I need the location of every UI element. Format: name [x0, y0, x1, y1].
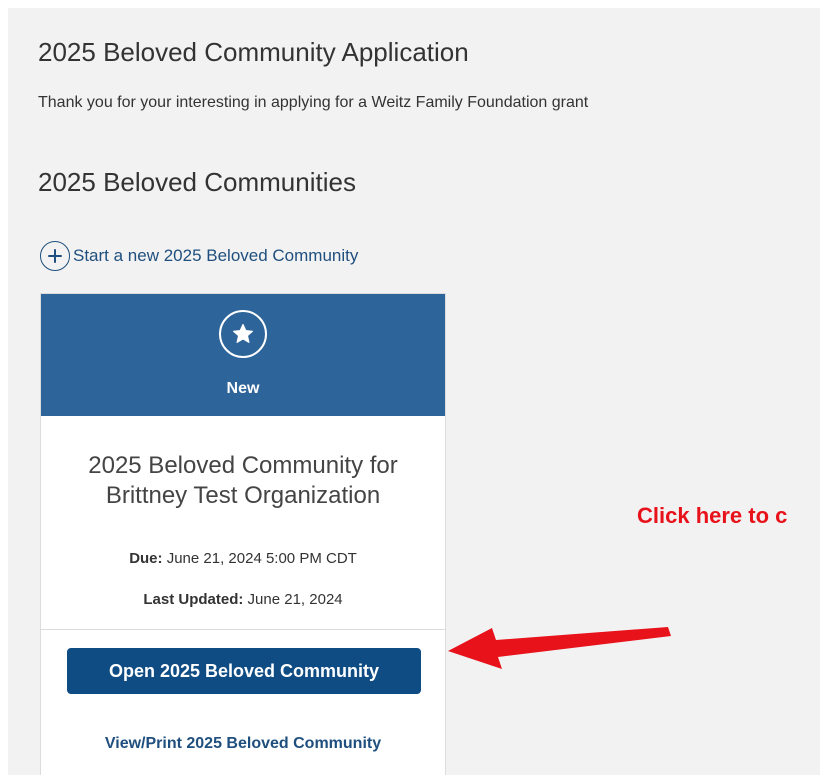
last-updated-label: Last Updated: [143, 591, 244, 608]
annotation-text: Click here to c [637, 503, 788, 528]
last-updated: Last Updated: June 21, 2024 [41, 591, 445, 608]
status-label: New [226, 380, 260, 397]
section-title: 2025 Beloved Communities [38, 167, 356, 197]
star-icon [219, 310, 267, 358]
red-arrow-icon [448, 627, 671, 669]
page-title: 2025 Beloved Community Application [38, 37, 469, 67]
card-title: 2025 Beloved Community for Brittney Test… [88, 452, 398, 509]
due-date: Due: June 21, 2024 5:00 PM CDT [41, 550, 445, 567]
card-body: 2025 Beloved Community for Brittney Test… [41, 416, 445, 630]
start-new-label: Start a new 2025 Beloved Community [73, 246, 359, 265]
main-panel: 2025 Beloved Community Application Thank… [8, 8, 820, 775]
start-new-link[interactable]: Start a new 2025 Beloved Community [40, 240, 358, 272]
due-value: June 21, 2024 5:00 PM CDT [166, 550, 357, 567]
card-header: New [41, 294, 445, 416]
view-print-link[interactable]: View/Print 2025 Beloved Community [41, 735, 445, 753]
plus-circle-icon [40, 241, 70, 271]
page-intro: Thank you for your interesting in applyi… [38, 94, 589, 111]
application-card: New 2025 Beloved Community for Brittney … [40, 293, 446, 775]
open-application-button[interactable]: Open 2025 Beloved Community [67, 648, 421, 694]
last-updated-value: June 21, 2024 [247, 591, 343, 608]
due-label: Due: [129, 550, 163, 567]
